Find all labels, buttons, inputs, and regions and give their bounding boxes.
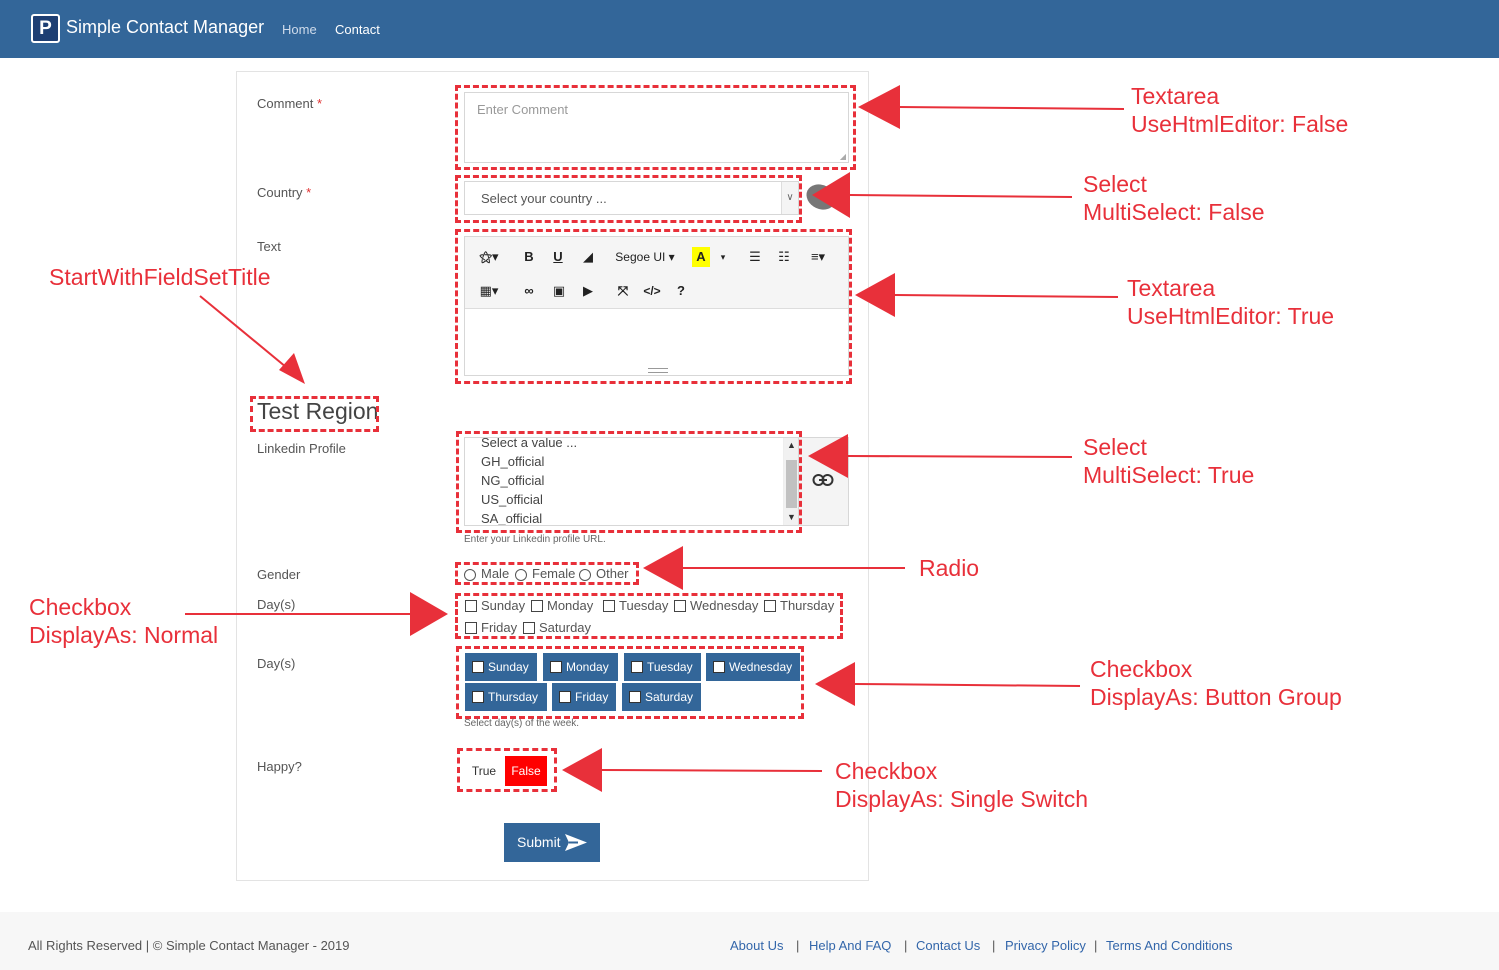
footer-separator: |	[904, 938, 908, 953]
annotation-checkbox-switch: Checkbox DisplayAs: Single Switch	[835, 758, 1089, 812]
footer-separator: |	[1094, 938, 1098, 953]
annotation-checkbox-normal: Checkbox DisplayAs: Normal	[29, 594, 219, 648]
footer-link-about[interactable]: About Us	[730, 938, 783, 953]
annotation-radio: Radio	[919, 555, 980, 581]
annotation-arrows	[185, 85, 1125, 792]
footer-separator: |	[796, 938, 800, 953]
annotation-textarea-plain: Textarea UseHtmlEditor: False	[1131, 83, 1349, 137]
annotation-textarea-html: Textarea UseHtmlEditor: True	[1127, 275, 1335, 329]
footer-separator: |	[992, 938, 996, 953]
annotation-select-multi: Select MultiSelect: True	[1083, 434, 1255, 488]
annotation-select-single: Select MultiSelect: False	[1083, 171, 1265, 225]
annotation-start-fieldset: StartWithFieldSetTitle	[49, 264, 271, 290]
footer-link-privacy[interactable]: Privacy Policy	[1005, 938, 1086, 953]
footer-link-contact[interactable]: Contact Us	[916, 938, 980, 953]
footer-link-help[interactable]: Help And FAQ	[809, 938, 891, 953]
footer-copyright: All Rights Reserved | © Simple Contact M…	[28, 938, 350, 953]
annotation-checkbox-group: Checkbox DisplayAs: Button Group	[1090, 656, 1342, 710]
footer-link-terms[interactable]: Terms And Conditions	[1106, 938, 1232, 953]
